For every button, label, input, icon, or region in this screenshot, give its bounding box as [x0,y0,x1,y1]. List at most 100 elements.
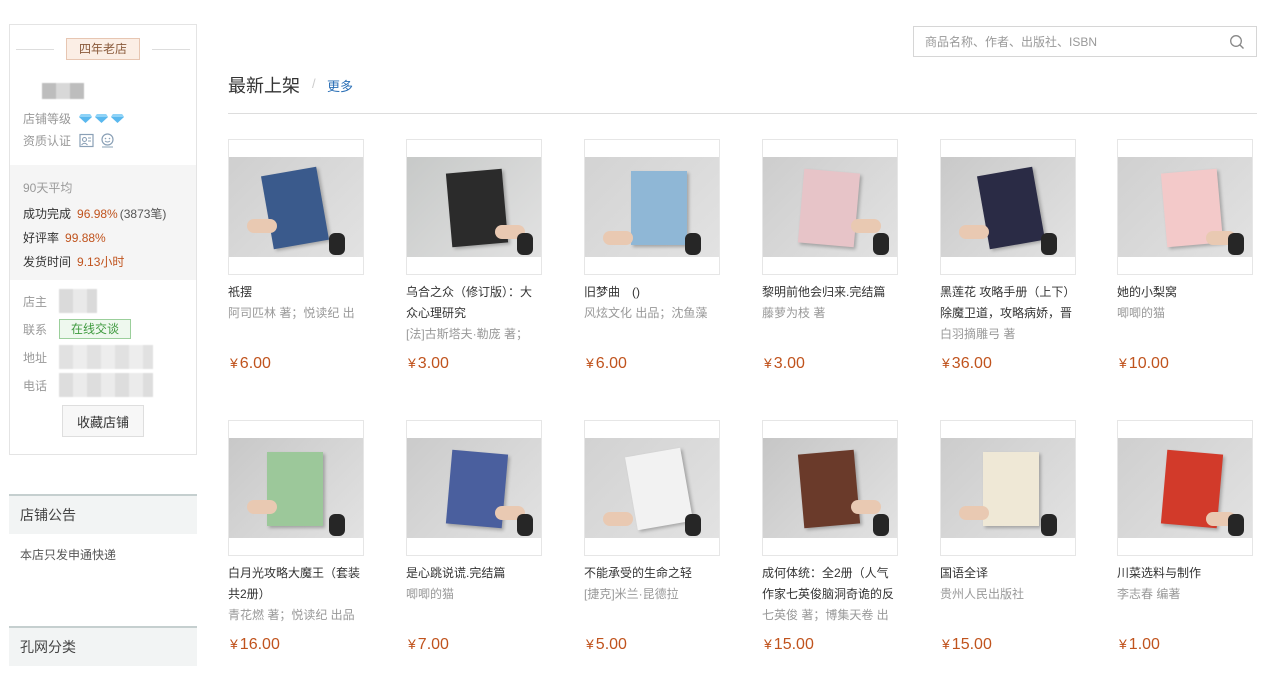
product-image[interactable] [406,139,542,275]
product-author: [法]古斯塔夫·勒庞 著； [406,327,528,341]
product-photo [941,157,1075,257]
stats-heading: 90天平均 [23,181,73,195]
rating-value: 99.88% [65,231,106,245]
product-title[interactable]: 旧梦曲 () [584,282,720,303]
product-image[interactable] [1117,420,1253,556]
qualification-row: 资质认证 [23,132,115,149]
product-image[interactable] [940,139,1076,275]
hand-shape [851,219,881,233]
product-image[interactable] [940,420,1076,556]
product-title[interactable]: 黑莲花 攻略手册（上下）除魔卫道，攻略病娇，晋 [940,282,1076,324]
product-price: ¥1.00 [1119,636,1160,654]
shoe-shape [685,514,701,536]
search-box [913,26,1257,57]
currency-symbol: ¥ [942,636,950,652]
face-verify-icon[interactable] [100,133,115,148]
divider [228,113,1257,114]
shoe-shape [1041,514,1057,536]
product-card[interactable]: 她的小梨窝唧唧的猫 ¥10.00 [1117,139,1253,379]
product-title[interactable]: 她的小梨窝 [1117,282,1253,303]
product-title[interactable]: 乌合之众（修订版）：大众心理研究 [406,282,542,324]
shop-level-label: 店铺等级 [23,112,72,126]
product-title[interactable]: 祇摆 [228,282,364,303]
search-input[interactable] [914,27,1214,56]
product-title[interactable]: 是心跳说谎.完结篇 [406,563,542,584]
currency-symbol: ¥ [942,355,950,371]
product-image[interactable] [584,420,720,556]
completion-label: 成功完成 [23,207,72,221]
product-card[interactable]: 白月光攻略大魔王（套装共2册） 青花燃 著；悦读纪 出品 ¥16.00 [228,420,364,660]
diamond-icon [79,114,93,123]
product-image[interactable] [1117,139,1253,275]
search-icon[interactable] [1229,34,1245,50]
product-author: 阿司匹林 著；悦读纪 出 [228,306,355,320]
product-card[interactable]: 成何体统：全2册（人气作家七英俊脑洞奇诡的反 七英俊 著；博集天卷 出 ¥15.00 [762,420,898,660]
price-value: 16.00 [239,636,280,653]
price-value: 36.00 [951,355,992,372]
product-image[interactable] [228,420,364,556]
product-image[interactable] [228,139,364,275]
section-separator: / [312,76,316,91]
shop-notice-text: 本店只发申通快递 [20,548,117,562]
shop-sidebar: 四年老店 店铺等级 资质认证 90天平均 成功完成 96.98%(3873笔) [9,24,197,666]
book-cover [631,171,687,245]
shop-stats-panel: 90天平均 成功完成 96.98% (3873笔) 好评率 99.88% 发货时间 9.… [10,165,196,280]
product-photo [1118,157,1252,257]
divider [15,48,54,50]
product-price: ¥5.00 [586,636,627,654]
product-card[interactable]: 不能承受的生命之轻 [捷克]米兰·昆德拉 ¥5.00 [584,420,720,660]
product-author: 唧唧的猫 [1117,306,1166,320]
product-card[interactable]: 黑莲花 攻略手册（上下）除魔卫道，攻略病娇，晋 白羽摘雕弓 著 ¥36.00 [940,139,1076,379]
product-card[interactable]: 祇摆阿司匹林 著；悦读纪 出 ¥6.00 [228,139,364,379]
shoe-shape [329,514,345,536]
product-photo [941,438,1075,538]
hand-shape [959,225,989,239]
product-card[interactable]: 川菜选料与制作李志春 编著 ¥1.00 [1117,420,1253,660]
shop-level-row: 店铺等级 [23,110,125,127]
product-price: ¥16.00 [230,636,280,654]
product-photo [585,438,719,538]
price-value: 6.00 [239,355,271,372]
shop-info-card: 四年老店 店铺等级 资质认证 90天平均 成功完成 96.98%(3873笔) [9,24,197,455]
more-link[interactable]: 更多 [327,76,353,95]
product-title[interactable]: 黎明前他会归来.完结篇 [762,282,898,303]
shop-age-row: 四年老店 [10,38,196,60]
price-value: 15.00 [951,636,992,653]
collect-shop-button[interactable]: 收藏店铺 [62,405,144,437]
product-photo [763,438,897,538]
product-author: [捷克]米兰·昆德拉 [584,587,679,601]
contact-label: 联系 [23,322,48,337]
currency-symbol: ¥ [230,355,238,371]
owner-row: 店主 [23,287,193,315]
price-value: 5.00 [595,636,627,653]
product-title[interactable]: 国语全译 [940,563,1076,584]
diamond-icon [111,114,125,123]
ship-time-row: 发货时间 9.13小时 [23,253,196,270]
shoe-shape [329,233,345,255]
product-author: 风炫文化 出品；沈鱼藻 [584,306,708,320]
product-title[interactable]: 不能承受的生命之轻 [584,563,720,584]
product-price: ¥10.00 [1119,355,1169,373]
product-image[interactable] [762,420,898,556]
product-title[interactable]: 白月光攻略大魔王（套装共2册） [228,563,364,605]
product-image[interactable] [762,139,898,275]
license-icon[interactable] [79,133,94,148]
phone-label: 电话 [23,378,48,393]
product-title[interactable]: 川菜选料与制作 [1117,563,1253,584]
qualification-label: 资质认证 [23,134,72,148]
product-author: 李志春 编著 [1117,587,1181,601]
product-card[interactable]: 国语全译 贵州人民出版社 ¥15.00 [940,420,1076,660]
product-card[interactable]: 黎明前他会归来.完结篇 藤萝为枝 著 ¥3.00 [762,139,898,379]
hand-shape [851,500,881,514]
product-title[interactable]: 成何体统：全2册（人气作家七英俊脑洞奇诡的反 [762,563,898,605]
product-author: 唧唧的猫 [406,587,455,601]
product-image[interactable] [584,139,720,275]
online-chat-button[interactable]: 在线交谈 [59,319,132,339]
product-card[interactable]: 是心跳说谎.完结篇 唧唧的猫 ¥7.00 [406,420,542,660]
currency-symbol: ¥ [1119,636,1127,652]
product-card[interactable]: 乌合之众（修订版）：大众心理研究 [法]古斯塔夫·勒庞 著； ¥3.00 [406,139,542,379]
product-image[interactable] [406,420,542,556]
product-card[interactable]: 旧梦曲 () 风炫文化 出品；沈鱼藻 ¥6.00 [584,139,720,379]
price-value: 6.00 [595,355,627,372]
shop-age-badge: 四年老店 [65,38,140,60]
